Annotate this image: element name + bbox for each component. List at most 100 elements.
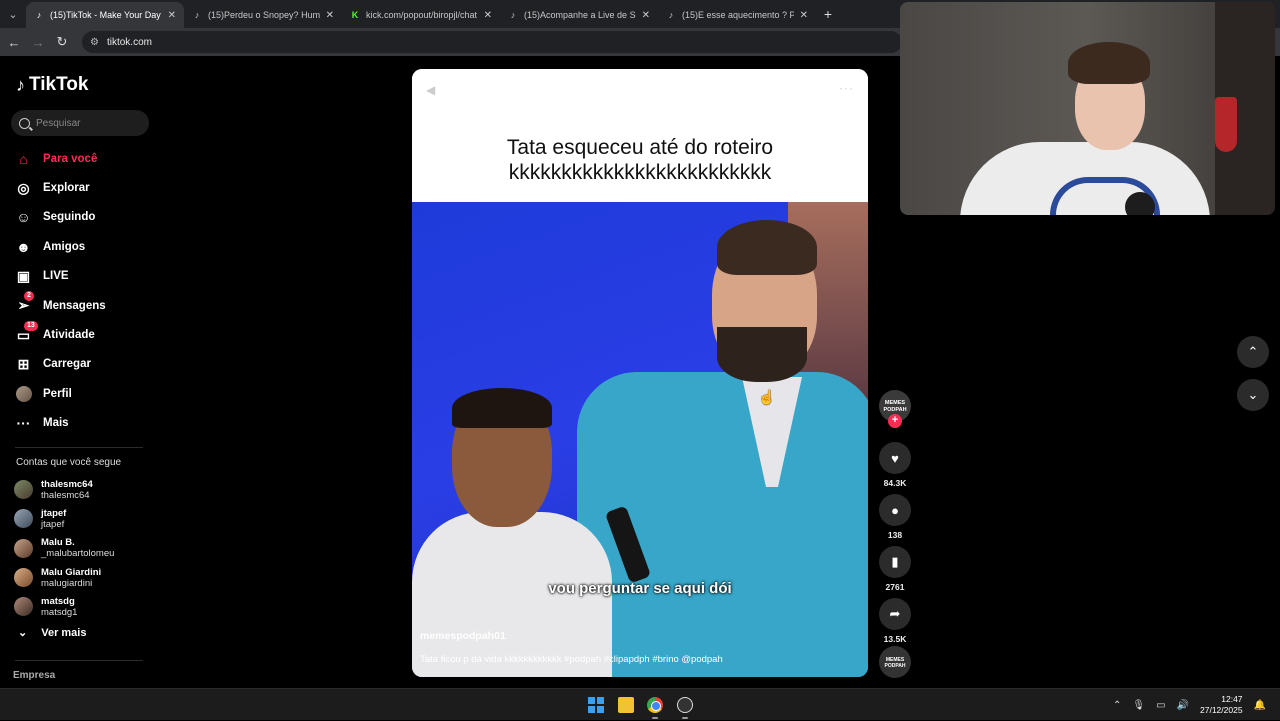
search-icon <box>19 117 30 129</box>
tab-search-chevron-icon[interactable]: ⌄ <box>0 0 26 28</box>
video-subtitle: vou perguntar se aqui dói <box>548 580 732 597</box>
heart-icon[interactable]: ♥ <box>879 442 911 474</box>
previous-video-button[interactable]: ⌃ <box>1237 336 1269 368</box>
video-player[interactable]: ◀ ··· Tata esqueceu até do roteiro kkkkk… <box>412 69 868 677</box>
tab-title: (15)Acompanhe a Live de Sexta <box>524 10 636 20</box>
close-icon[interactable]: ✕ <box>484 10 492 21</box>
see-more-button[interactable]: ⌄ Ver mais <box>18 626 87 640</box>
speaker-icon[interactable]: 🔊 <box>1177 700 1189 711</box>
sound-disc[interactable]: MEMES PODPAH <box>879 646 911 678</box>
christmas-stocking <box>1215 97 1237 152</box>
chevron-down-icon: ⌄ <box>1247 387 1259 402</box>
notification-bell-icon[interactable]: 🔔 <box>1254 700 1266 711</box>
following-name: matsdg <box>41 595 75 607</box>
nav-item-atividade[interactable]: ▭ 13 Atividade <box>15 320 155 349</box>
following-item[interactable]: thalesmc64 thalesmc64 <box>14 475 154 504</box>
nav-label: Explorar <box>43 182 90 195</box>
following-handle: matsdg1 <box>41 606 78 618</box>
nav-item-mais[interactable]: ··· Mais <box>15 409 155 438</box>
network-icon[interactable]: ▭ <box>1156 700 1165 711</box>
site-info-icon[interactable]: ⚙ <box>90 37 99 48</box>
obs-icon[interactable] <box>677 697 693 713</box>
browser-tab-1[interactable]: ♪ (15)TikTok - Make Your Day ✕ <box>26 2 184 28</box>
nav-item-mensagens[interactable]: ➢ 2 Mensagens <box>15 291 155 320</box>
browser-tab-5[interactable]: ♪ (15)E esse aquecimento ? Pega ✕ <box>658 2 816 28</box>
following-handle: jtapef <box>41 518 65 530</box>
windows-start-icon[interactable] <box>588 697 604 713</box>
messages-icon: ➢ 2 <box>15 291 34 314</box>
chevron-up-icon: ⌃ <box>1247 344 1259 359</box>
avatar <box>14 480 33 500</box>
nav-item-para-voce[interactable]: ⌂ Para você <box>15 144 155 173</box>
comment-icon[interactable]: ● <box>879 494 911 526</box>
nav-item-live[interactable]: ▣ LIVE <box>15 262 155 291</box>
more-icon: ··· <box>16 415 31 432</box>
browser-tab-4[interactable]: ♪ (15)Acompanhe a Live de Sexta ✕ <box>500 2 658 28</box>
caption-line-2: kkkkkkkkkkkkkkkkkkkkkkkkk <box>508 161 772 184</box>
nav-label: Atividade <box>43 329 95 342</box>
nav-label: Carregar <box>43 358 91 371</box>
nav-item-seguindo[interactable]: ☺ Seguindo <box>15 203 155 232</box>
more-options-icon[interactable]: ··· <box>839 81 854 95</box>
clock[interactable]: 12:47 27/12/2025 <box>1200 694 1243 716</box>
file-explorer-icon[interactable] <box>618 697 634 713</box>
see-more-label: Ver mais <box>41 626 87 639</box>
next-video-button[interactable]: ⌄ <box>1237 379 1269 411</box>
following-handle: thalesmc64 <box>41 489 90 501</box>
divider <box>15 447 143 448</box>
search-input[interactable] <box>36 117 136 129</box>
follow-plus-button[interactable]: + <box>888 414 902 428</box>
following-item[interactable]: jtapef jtapef <box>14 504 154 533</box>
nav-item-perfil[interactable]: Perfil <box>15 379 155 408</box>
forward-arrow-icon[interactable]: → <box>26 35 50 50</box>
caption-line-1: Tata esqueceu até do roteiro <box>506 136 774 159</box>
following-handle: _malubartolomeu <box>41 548 115 560</box>
browser-tab-2[interactable]: ♪ (15)Perdeu o Snopey? Humor c ✕ <box>184 2 342 28</box>
upload-icon: ⊞ <box>17 355 30 372</box>
close-icon[interactable]: ✕ <box>326 10 334 21</box>
home-icon: ⌂ <box>19 150 28 167</box>
webcam-overlay <box>900 2 1275 215</box>
following-name: jtapef <box>41 507 67 519</box>
url-field[interactable]: ⚙ tiktok.com <box>82 31 902 53</box>
activity-icon: ▭ 13 <box>15 320 38 344</box>
following-item[interactable]: Malu Giardini malugiardini <box>14 563 154 592</box>
person-beard <box>717 327 807 382</box>
video-caption-panel: ◀ ··· Tata esqueceu até do roteiro kkkkk… <box>412 69 868 202</box>
clock-date: 27/12/2025 <box>1200 705 1243 715</box>
running-indicator <box>682 717 688 719</box>
microphone-icon[interactable]: 🎙 <box>1132 700 1145 711</box>
footer-link-empresa[interactable]: Empresa <box>13 670 55 681</box>
running-indicator <box>652 717 658 719</box>
save-count: 2761 <box>885 582 905 592</box>
close-icon[interactable]: ✕ <box>168 10 176 21</box>
nav-item-amigos[interactable]: ☻ Amigos <box>15 232 155 261</box>
video-description[interactable]: Tata ficou p da vida kkkkkkkkkkkk #podpa… <box>420 654 723 665</box>
nav-item-carregar[interactable]: ⊞ Carregar <box>15 350 155 379</box>
mouse-cursor-icon: ☝ <box>758 389 776 405</box>
chevron-up-icon[interactable]: ⌃ <box>1113 700 1121 711</box>
main-nav: ⌂ Para você ◎ Explorar ☺ Seguindo ☻ Amig… <box>15 144 155 438</box>
search-box[interactable] <box>11 110 149 136</box>
close-icon[interactable]: ✕ <box>642 10 650 21</box>
tiktok-icon: ♪ <box>36 10 42 20</box>
reload-icon[interactable]: ↻ <box>50 34 74 50</box>
video-author[interactable]: memespodpah01 <box>420 630 506 642</box>
chrome-icon[interactable] <box>647 697 663 713</box>
browser-tab-3[interactable]: K kick.com/popout/biropjl/chat ✕ <box>342 2 500 28</box>
like-count: 84.3K <box>883 478 907 488</box>
nav-item-explorar[interactable]: ◎ Explorar <box>15 173 155 202</box>
back-arrow-icon[interactable]: ← <box>2 35 26 50</box>
bookmark-icon[interactable]: ▮ <box>879 546 911 578</box>
person-hair <box>717 220 817 275</box>
close-icon[interactable]: ✕ <box>800 10 808 21</box>
new-tab-button[interactable]: + <box>816 6 840 22</box>
tiktok-logo[interactable]: ♪ TikTok <box>16 74 88 96</box>
brand-name: TikTok <box>29 74 89 95</box>
volume-icon[interactable]: ◀ <box>426 83 435 97</box>
following-item[interactable]: Malu B. _malubartolomeu <box>14 534 154 563</box>
following-item[interactable]: matsdg matsdg1 <box>14 592 154 621</box>
share-icon[interactable]: ➦ <box>879 598 911 630</box>
nav-label: Seguindo <box>43 211 96 224</box>
tiktok-icon: ♪ <box>510 10 516 20</box>
